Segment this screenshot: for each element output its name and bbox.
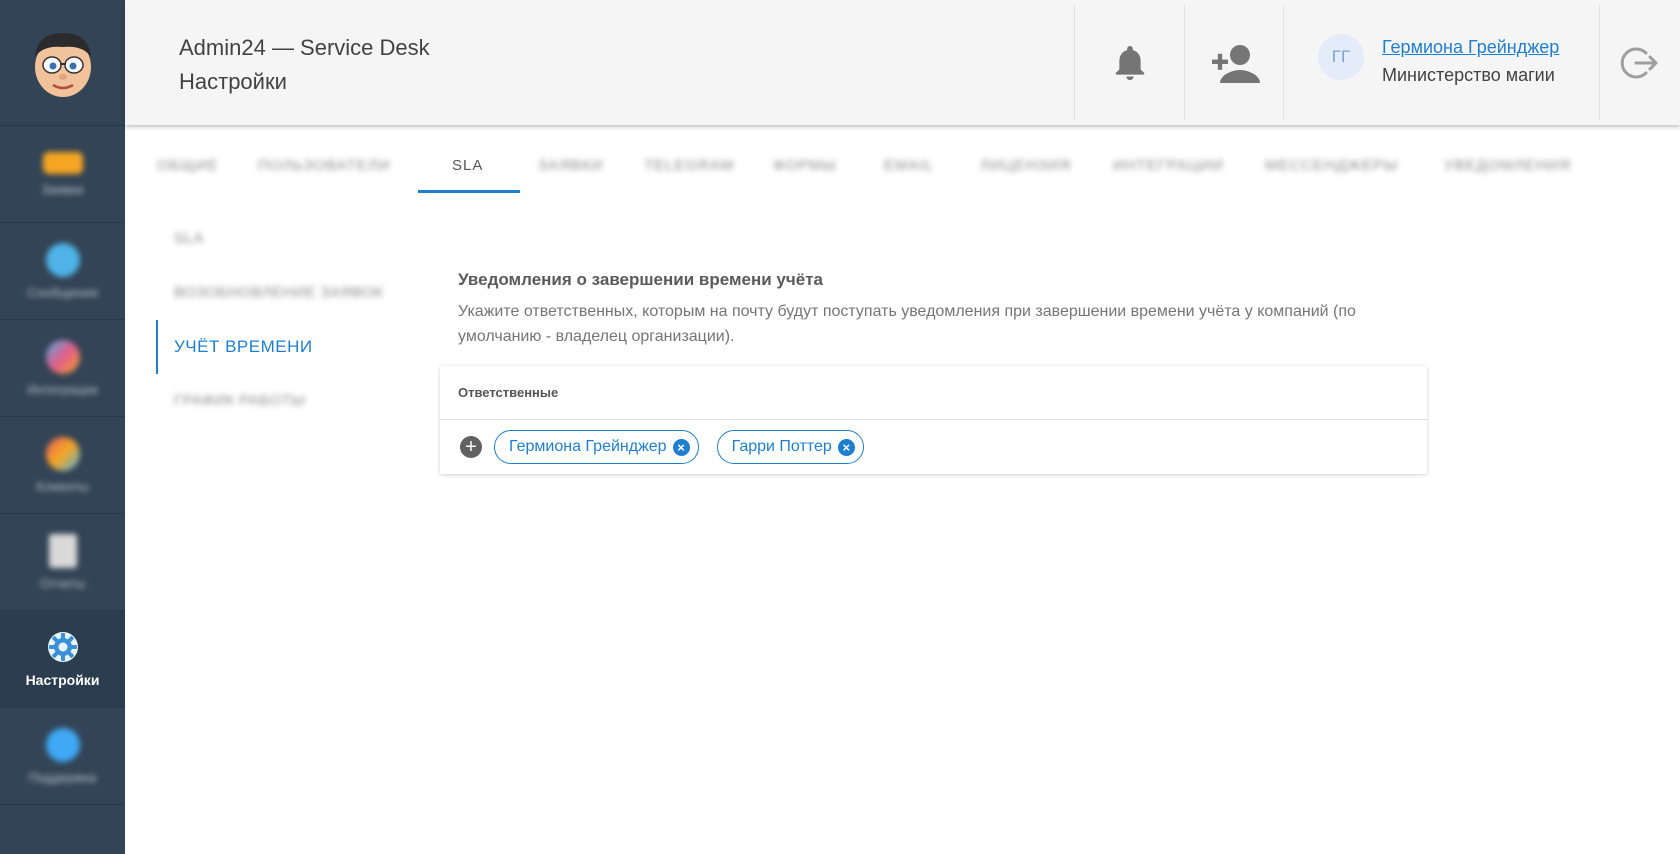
chips-row: + Гермиона Грейнджер × Гарри Поттер × xyxy=(440,420,1427,474)
logout-icon xyxy=(1620,47,1658,78)
tab-telegram[interactable]: Telegram xyxy=(644,140,735,192)
settings-tabs: Общие Пользователи SLA Заявки Telegram Ф… xyxy=(140,140,1680,194)
sidebar-item-label: Заявки xyxy=(41,181,84,197)
tab-users[interactable]: Пользователи xyxy=(258,140,391,192)
avatar[interactable]: ГГ xyxy=(1318,34,1364,80)
tab-general[interactable]: Общие xyxy=(157,140,218,192)
header-titles: Admin24 — Service Desk Настройки xyxy=(179,31,430,99)
tickets-icon xyxy=(42,151,83,174)
sidebar-item-clients[interactable]: Клиенты xyxy=(0,417,125,514)
sidebar-item-label: Интеграции xyxy=(27,381,98,397)
page-title: Настройки xyxy=(179,69,287,94)
sidebar-item-label: Поддержка xyxy=(28,769,97,785)
tab-sla[interactable]: SLA xyxy=(452,140,483,192)
notifications-button[interactable] xyxy=(1075,0,1184,125)
tab-tickets[interactable]: Заявки xyxy=(538,140,603,192)
add-user-button[interactable] xyxy=(1185,0,1283,125)
cartoon-face-logo-icon xyxy=(34,32,91,97)
subnav-work-schedule[interactable]: График работы xyxy=(158,374,424,428)
sidebar-item-messages[interactable]: Сообщения xyxy=(0,223,125,320)
section-description: Укажите ответственных, которым на почту … xyxy=(458,303,1356,345)
user-organization: Министерство магии xyxy=(1382,65,1555,85)
sidebar-item-label: Настройки xyxy=(25,672,100,688)
header: Admin24 — Service Desk Настройки ГГ Герм… xyxy=(125,0,1680,125)
tab-notifications[interactable]: Уведомления xyxy=(1444,140,1571,192)
app-title: Admin24 — Service Desk xyxy=(179,35,430,60)
integrations-icon xyxy=(45,339,80,374)
tab-email[interactable]: Email xyxy=(884,140,934,192)
sidebar-item-label: Отчеты xyxy=(40,575,85,591)
remove-chip-icon[interactable]: × xyxy=(672,438,690,456)
chip-label: Гермиона Грейнджер xyxy=(509,438,667,455)
support-icon xyxy=(45,727,80,762)
sidebar-item-label: Сообщения xyxy=(27,284,98,300)
subnav-time-tracking[interactable]: Учёт времени xyxy=(156,320,424,374)
sidebar: Заявки Сообщения Интеграции Клиенты Отче… xyxy=(0,0,125,854)
logo[interactable] xyxy=(0,0,125,126)
card-header: Ответственные xyxy=(440,366,1427,420)
bell-icon xyxy=(1115,45,1144,80)
sidebar-item-settings[interactable]: Настройки xyxy=(0,611,125,708)
reports-icon xyxy=(48,533,77,568)
add-user-icon xyxy=(1212,44,1260,83)
section-title: Уведомления о завершении времени учёта xyxy=(458,270,823,289)
active-tab-indicator xyxy=(418,190,520,193)
header-divider xyxy=(1283,5,1284,120)
subnav-sla[interactable]: SLA xyxy=(158,212,424,266)
responsibles-card: Ответственные + Гермиона Грейнджер × Гар… xyxy=(440,366,1427,474)
remove-chip-icon[interactable]: × xyxy=(837,438,855,456)
tab-license[interactable]: Лицензия xyxy=(980,140,1071,192)
responsible-chip: Гарри Поттер × xyxy=(716,430,864,464)
logout-button[interactable] xyxy=(1600,0,1680,125)
responsible-chip: Гермиона Грейнджер × xyxy=(494,430,699,464)
sidebar-item-reports[interactable]: Отчеты xyxy=(0,514,125,611)
user-name-link[interactable]: Гермиона Грейнджер xyxy=(1382,37,1559,58)
chip-label: Гарри Поттер xyxy=(731,438,832,455)
subnav-ticket-reopen[interactable]: Возобновление заявок xyxy=(158,266,424,320)
clients-icon xyxy=(45,436,80,471)
add-responsible-button[interactable]: + xyxy=(460,436,482,458)
tab-integrations[interactable]: Интеграции xyxy=(1113,140,1224,192)
gear-icon xyxy=(47,632,78,662)
tab-messengers[interactable]: Мессенджеры xyxy=(1265,140,1398,192)
sidebar-item-support[interactable]: Поддержка xyxy=(0,708,125,805)
sidebar-item-label: Клиенты xyxy=(36,478,89,494)
plus-icon: + xyxy=(465,436,477,458)
tab-forms[interactable]: Формы xyxy=(773,140,837,192)
messages-icon xyxy=(45,242,80,277)
sidebar-item-tickets[interactable]: Заявки xyxy=(0,126,125,223)
sidebar-item-integrations[interactable]: Интеграции xyxy=(0,320,125,417)
